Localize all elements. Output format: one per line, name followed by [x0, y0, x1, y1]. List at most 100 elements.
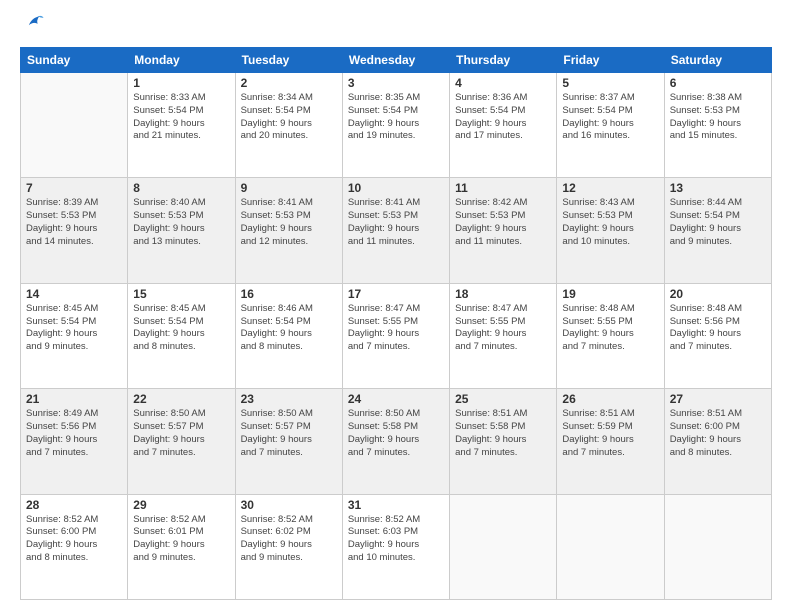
day-number: 13	[670, 181, 766, 195]
day-info: Sunrise: 8:46 AM Sunset: 5:54 PM Dayligh…	[241, 303, 337, 354]
day-info: Sunrise: 8:45 AM Sunset: 5:54 PM Dayligh…	[133, 303, 229, 354]
day-info: Sunrise: 8:36 AM Sunset: 5:54 PM Dayligh…	[455, 92, 551, 143]
calendar-cell: 25Sunrise: 8:51 AM Sunset: 5:58 PM Dayli…	[450, 389, 557, 494]
day-number: 4	[455, 76, 551, 90]
calendar-cell: 7 Sunrise: 8:39 AM Sunset: 5:53 PM Daylig…	[21, 178, 128, 283]
day-info: Sunrise: 8:41 AM Sunset: 5:53 PM Dayligh…	[241, 197, 337, 248]
day-number: 20	[670, 287, 766, 301]
calendar-header-row: SundayMondayTuesdayWednesdayThursdayFrid…	[21, 48, 772, 73]
calendar-table: SundayMondayTuesdayWednesdayThursdayFrid…	[20, 47, 772, 600]
day-info: Sunrise: 8:52 AM Sunset: 6:00 PM Dayligh…	[26, 514, 122, 565]
col-header-sunday: Sunday	[21, 48, 128, 73]
day-info: Sunrise: 8:52 AM Sunset: 6:01 PM Dayligh…	[133, 514, 229, 565]
day-number: 29	[133, 498, 229, 512]
col-header-tuesday: Tuesday	[235, 48, 342, 73]
calendar-cell	[664, 494, 771, 599]
calendar-cell	[557, 494, 664, 599]
col-header-wednesday: Wednesday	[342, 48, 449, 73]
day-info: Sunrise: 8:45 AM Sunset: 5:54 PM Dayligh…	[26, 303, 122, 354]
day-info: Sunrise: 8:50 AM Sunset: 5:57 PM Dayligh…	[241, 408, 337, 459]
day-number: 8	[133, 181, 229, 195]
col-header-monday: Monday	[128, 48, 235, 73]
calendar-cell: 13Sunrise: 8:44 AM Sunset: 5:54 PM Dayli…	[664, 178, 771, 283]
day-number: 15	[133, 287, 229, 301]
calendar-cell: 5 Sunrise: 8:37 AM Sunset: 5:54 PM Daylig…	[557, 73, 664, 178]
day-number: 28	[26, 498, 122, 512]
day-number: 30	[241, 498, 337, 512]
calendar-week-row: 21 Sunrise: 8:49 AM Sunset: 5:56 PM Dayli…	[21, 389, 772, 494]
day-info: Sunrise: 8:51 AM Sunset: 5:58 PM Dayligh…	[455, 408, 551, 459]
day-number: 22	[133, 392, 229, 406]
day-info: Sunrise: 8:47 AM Sunset: 5:55 PM Dayligh…	[348, 303, 444, 354]
calendar-cell: 21 Sunrise: 8:49 AM Sunset: 5:56 PM Dayli…	[21, 389, 128, 494]
calendar-cell: 3Sunrise: 8:35 AM Sunset: 5:54 PM Daylig…	[342, 73, 449, 178]
day-info: Sunrise: 8:48 AM Sunset: 5:55 PM Dayligh…	[562, 303, 658, 354]
calendar-cell: 20Sunrise: 8:48 AM Sunset: 5:56 PM Dayli…	[664, 283, 771, 388]
calendar-cell: 10 Sunrise: 8:41 AM Sunset: 5:53 PM Dayli…	[342, 178, 449, 283]
calendar-cell: 6Sunrise: 8:38 AM Sunset: 5:53 PM Daylig…	[664, 73, 771, 178]
day-info: Sunrise: 8:52 AM Sunset: 6:02 PM Dayligh…	[241, 514, 337, 565]
day-number: 24	[348, 392, 444, 406]
page: SundayMondayTuesdayWednesdayThursdayFrid…	[0, 0, 792, 612]
day-info: Sunrise: 8:42 AM Sunset: 5:53 PM Dayligh…	[455, 197, 551, 248]
calendar-cell: 29 Sunrise: 8:52 AM Sunset: 6:01 PM Dayli…	[128, 494, 235, 599]
day-number: 12	[562, 181, 658, 195]
calendar-cell: 12Sunrise: 8:43 AM Sunset: 5:53 PM Dayli…	[557, 178, 664, 283]
calendar-cell: 11 Sunrise: 8:42 AM Sunset: 5:53 PM Dayli…	[450, 178, 557, 283]
calendar-cell: 26 Sunrise: 8:51 AM Sunset: 5:59 PM Dayli…	[557, 389, 664, 494]
day-number: 7	[26, 181, 122, 195]
bird-icon	[23, 12, 45, 34]
day-info: Sunrise: 8:52 AM Sunset: 6:03 PM Dayligh…	[348, 514, 444, 565]
day-info: Sunrise: 8:49 AM Sunset: 5:56 PM Dayligh…	[26, 408, 122, 459]
day-number: 2	[241, 76, 337, 90]
calendar-week-row: 1Sunrise: 8:33 AM Sunset: 5:54 PM Daylig…	[21, 73, 772, 178]
day-info: Sunrise: 8:35 AM Sunset: 5:54 PM Dayligh…	[348, 92, 444, 143]
day-number: 23	[241, 392, 337, 406]
calendar-cell: 30 Sunrise: 8:52 AM Sunset: 6:02 PM Dayli…	[235, 494, 342, 599]
day-number: 21	[26, 392, 122, 406]
calendar-cell	[21, 73, 128, 178]
day-number: 10	[348, 181, 444, 195]
day-info: Sunrise: 8:38 AM Sunset: 5:53 PM Dayligh…	[670, 92, 766, 143]
day-number: 31	[348, 498, 444, 512]
day-info: Sunrise: 8:37 AM Sunset: 5:54 PM Dayligh…	[562, 92, 658, 143]
calendar-cell: 15 Sunrise: 8:45 AM Sunset: 5:54 PM Dayli…	[128, 283, 235, 388]
day-number: 5	[562, 76, 658, 90]
day-number: 1	[133, 76, 229, 90]
calendar-cell: 17 Sunrise: 8:47 AM Sunset: 5:55 PM Dayli…	[342, 283, 449, 388]
calendar-cell	[450, 494, 557, 599]
calendar-cell: 28 Sunrise: 8:52 AM Sunset: 6:00 PM Dayli…	[21, 494, 128, 599]
day-info: Sunrise: 8:51 AM Sunset: 5:59 PM Dayligh…	[562, 408, 658, 459]
day-number: 18	[455, 287, 551, 301]
col-header-saturday: Saturday	[664, 48, 771, 73]
calendar-cell: 22Sunrise: 8:50 AM Sunset: 5:57 PM Dayli…	[128, 389, 235, 494]
day-number: 27	[670, 392, 766, 406]
calendar-cell: 31 Sunrise: 8:52 AM Sunset: 6:03 PM Dayli…	[342, 494, 449, 599]
day-number: 17	[348, 287, 444, 301]
header	[20, 16, 772, 39]
calendar-cell: 18 Sunrise: 8:47 AM Sunset: 5:55 PM Dayli…	[450, 283, 557, 388]
calendar-cell: 16 Sunrise: 8:46 AM Sunset: 5:54 PM Dayli…	[235, 283, 342, 388]
calendar-cell: 27Sunrise: 8:51 AM Sunset: 6:00 PM Dayli…	[664, 389, 771, 494]
calendar-cell: 2 Sunrise: 8:34 AM Sunset: 5:54 PM Daylig…	[235, 73, 342, 178]
calendar-cell: 19 Sunrise: 8:48 AM Sunset: 5:55 PM Dayli…	[557, 283, 664, 388]
day-number: 14	[26, 287, 122, 301]
day-info: Sunrise: 8:47 AM Sunset: 5:55 PM Dayligh…	[455, 303, 551, 354]
day-number: 9	[241, 181, 337, 195]
calendar-cell: 4 Sunrise: 8:36 AM Sunset: 5:54 PM Daylig…	[450, 73, 557, 178]
calendar-week-row: 14 Sunrise: 8:45 AM Sunset: 5:54 PM Dayli…	[21, 283, 772, 388]
calendar-cell: 1Sunrise: 8:33 AM Sunset: 5:54 PM Daylig…	[128, 73, 235, 178]
logo	[20, 16, 45, 39]
day-number: 11	[455, 181, 551, 195]
calendar-cell: 24Sunrise: 8:50 AM Sunset: 5:58 PM Dayli…	[342, 389, 449, 494]
col-header-friday: Friday	[557, 48, 664, 73]
day-number: 16	[241, 287, 337, 301]
day-info: Sunrise: 8:40 AM Sunset: 5:53 PM Dayligh…	[133, 197, 229, 248]
day-number: 19	[562, 287, 658, 301]
day-number: 26	[562, 392, 658, 406]
day-info: Sunrise: 8:41 AM Sunset: 5:53 PM Dayligh…	[348, 197, 444, 248]
day-info: Sunrise: 8:39 AM Sunset: 5:53 PM Dayligh…	[26, 197, 122, 248]
day-info: Sunrise: 8:34 AM Sunset: 5:54 PM Dayligh…	[241, 92, 337, 143]
calendar-week-row: 7 Sunrise: 8:39 AM Sunset: 5:53 PM Daylig…	[21, 178, 772, 283]
calendar-cell: 8 Sunrise: 8:40 AM Sunset: 5:53 PM Daylig…	[128, 178, 235, 283]
